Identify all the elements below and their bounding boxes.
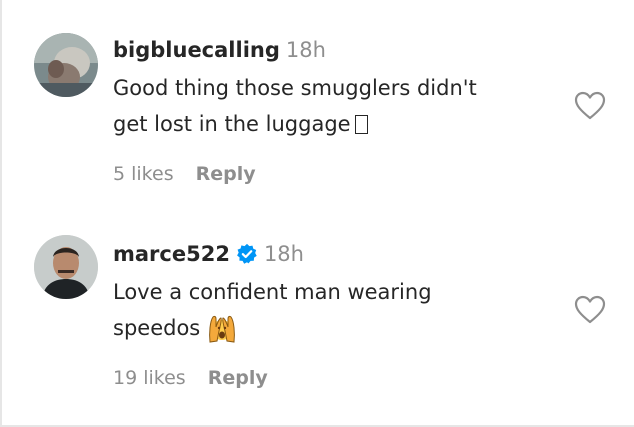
comment-meta: 19 likes Reply (113, 366, 290, 390)
missing-glyph-icon (354, 115, 368, 134)
reply-button[interactable]: Reply (196, 163, 256, 185)
username[interactable]: marce522 (113, 242, 230, 266)
comment-text-line-2-content: speedos (113, 316, 201, 340)
likes-count[interactable]: 19 likes (113, 367, 186, 389)
avatar-image (34, 33, 98, 97)
frame-left-border (0, 0, 2, 427)
comment-text-line-2: speedos (113, 310, 563, 346)
reply-button[interactable]: Reply (208, 367, 268, 389)
heart-icon[interactable] (574, 91, 606, 121)
comment-text-line: Good thing those smugglers didn't (113, 76, 477, 100)
avatar-image (34, 235, 98, 299)
comment-text-line: Love a confident man wearing (113, 280, 432, 304)
comment-header: bigbluecalling 18h (113, 37, 326, 63)
verified-badge-icon (237, 243, 257, 264)
comment-meta: 5 likes Reply (113, 162, 278, 186)
avatar[interactable] (34, 235, 98, 299)
avatar[interactable] (34, 33, 98, 97)
comment-text: Good thing those smugglers didn't get lo… (113, 70, 563, 142)
username[interactable]: bigbluecalling (113, 38, 280, 62)
comment-text: Love a confident man wearing speedos (113, 274, 563, 346)
comment-text-line-2-content: get lost in the luggage (113, 112, 351, 136)
likes-count[interactable]: 5 likes (113, 163, 174, 185)
timestamp[interactable]: 18h (286, 38, 326, 62)
heart-icon[interactable] (574, 295, 606, 325)
comment-text-line-2: get lost in the luggage (113, 106, 563, 142)
raising-hands-emoji-icon (209, 315, 236, 343)
timestamp[interactable]: 18h (264, 242, 304, 266)
comment-header: marce522 18h (113, 241, 304, 267)
